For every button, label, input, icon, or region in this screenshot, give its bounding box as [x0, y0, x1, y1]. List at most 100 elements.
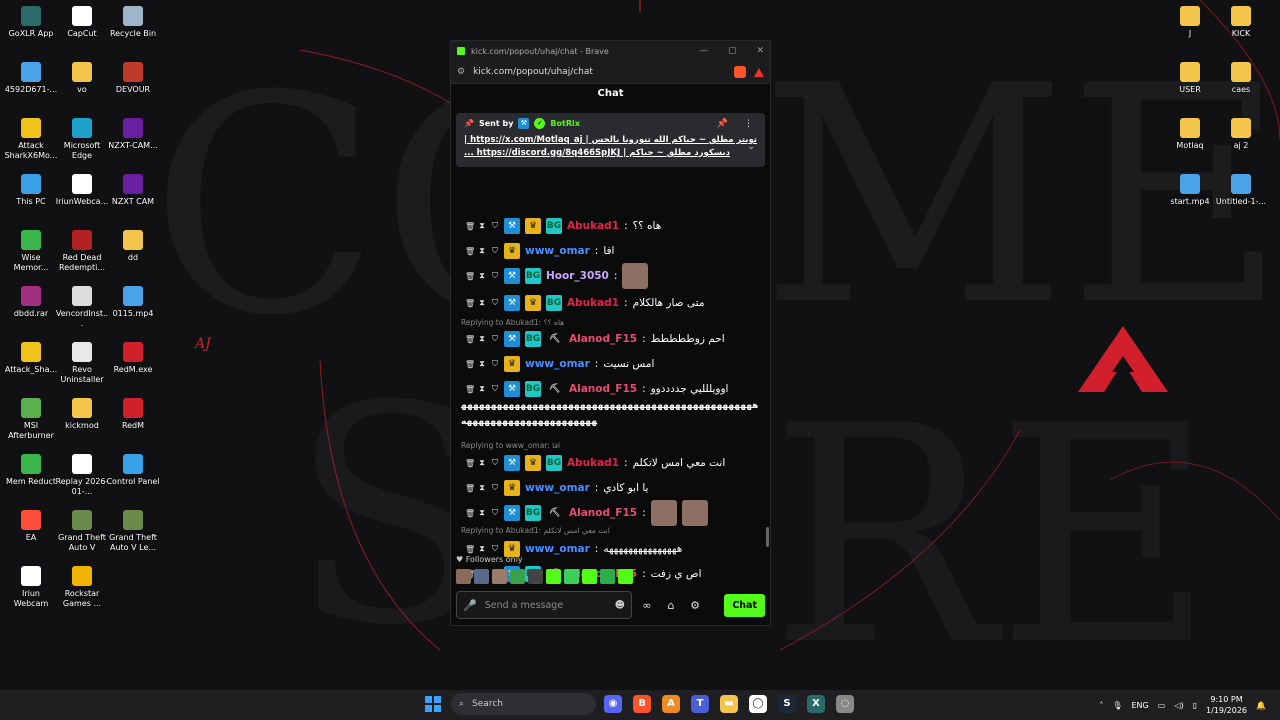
maximize-icon[interactable]: ▢	[728, 46, 737, 56]
chat-username[interactable]: Abukad1	[567, 297, 619, 309]
more-options-icon[interactable]: ⋮	[744, 119, 753, 129]
desktop-icon[interactable]: dd	[106, 230, 160, 263]
delete-message-icon[interactable]: 🗑	[465, 247, 475, 256]
pinned-text[interactable]: تويتر مطلق ~ حياكم الله تنورونا بالحس | …	[464, 134, 757, 160]
microphone-tray-icon[interactable]: 🎙	[1112, 701, 1122, 710]
settings-gear-icon[interactable]: ⚙	[686, 599, 704, 612]
emote-1[interactable]	[456, 569, 471, 584]
desktop-icon[interactable]: vo	[55, 62, 109, 95]
emote-2[interactable]	[474, 569, 489, 584]
delete-message-icon[interactable]: 🗑	[465, 299, 475, 308]
chat-message[interactable]: 🗑 ⧗ ⛉ ⚒ ♛ BG Abukad1: انت معي امس لاتكلم	[465, 453, 725, 473]
teams-icon[interactable]: T	[691, 695, 709, 713]
desktop-icon[interactable]: VencordInst...	[55, 286, 109, 329]
desktop-icon[interactable]: Rockstar Games ...	[55, 566, 109, 609]
ban-icon[interactable]: ⛉	[491, 298, 499, 308]
loader-icon[interactable]: ◌	[836, 695, 854, 713]
desktop-icon[interactable]: MSI Afterburner	[4, 398, 58, 441]
emote-5[interactable]	[528, 569, 543, 584]
send-chat-button[interactable]: Chat	[724, 593, 765, 617]
pinned-line-1[interactable]: تويتر مطلق ~ حياكم الله تنورونا بالحس | …	[464, 134, 757, 147]
brave-rewards-icon[interactable]	[754, 67, 764, 77]
emote-8[interactable]	[582, 569, 597, 584]
chat-message[interactable]: 🗑 ⧗ ⛉ ♛ www_omar: افا	[465, 241, 614, 261]
start-button[interactable]	[425, 696, 441, 712]
chat-username[interactable]: Abukad1	[567, 457, 619, 469]
discord-icon[interactable]: ◉	[604, 695, 622, 713]
timeout-icon[interactable]: ⧗	[478, 298, 486, 308]
iriun-icon[interactable]: ◯	[749, 695, 767, 713]
timeout-icon[interactable]: ⧗	[478, 458, 486, 468]
pinned-message[interactable]: 📌 Sent by ⚒ ✓ BotRix 📌 ⋮ تويتر مطلق ~ حي…	[456, 113, 765, 167]
ban-icon[interactable]: ⛉	[491, 384, 499, 394]
emote-7[interactable]	[564, 569, 579, 584]
reply-context[interactable]: Replying to Abukad1: هاه ؟؟	[461, 318, 564, 327]
delete-message-icon[interactable]: 🗑	[465, 360, 475, 369]
timeout-icon[interactable]: ⧗	[478, 334, 486, 344]
desktop-icon[interactable]: Replay 2026-01-...	[55, 454, 109, 497]
desktop-icon[interactable]: 0115.mp4	[106, 286, 160, 319]
pinned-line-2[interactable]: ديسكورد مطلق ~ حياكم | https://discord.g…	[464, 147, 757, 160]
desktop-icon[interactable]: Microsoft Edge	[55, 118, 109, 161]
desktop-icon[interactable]: Grand Theft Auto V	[55, 510, 109, 553]
notification-bell-icon[interactable]: 🔔	[1256, 701, 1266, 710]
desktop-icon[interactable]: caes	[1214, 62, 1268, 95]
chat-username[interactable]: Alanod_F15	[569, 333, 637, 345]
timeout-icon[interactable]: ⧗	[478, 221, 486, 231]
ban-icon[interactable]: ⛉	[491, 508, 499, 518]
brave-shields-icon[interactable]	[734, 66, 746, 78]
desktop-icon[interactable]: aj 2	[1214, 118, 1268, 151]
timeout-icon[interactable]: ⧗	[478, 508, 486, 518]
reply-context[interactable]: Replying to Abukad1: انت معي امس لاتكلم	[461, 526, 610, 535]
desktop-icon[interactable]: Wise Memor...	[4, 230, 58, 273]
timeout-icon[interactable]: ⧗	[478, 246, 486, 256]
chat-message[interactable]: 🗑 ⧗ ⛉ ♛ www_omar: يا ابو كادي	[465, 478, 648, 498]
ban-icon[interactable]: ⛉	[491, 221, 499, 231]
window-titlebar[interactable]: kick.com/popout/uhaj/chat - Brave — ▢ ✕	[451, 41, 770, 61]
desktop-icon[interactable]: Control Panel	[106, 454, 160, 487]
desktop-icon[interactable]: dbdd.rar	[4, 286, 58, 319]
emoji-icon[interactable]: ☻	[615, 600, 625, 611]
chat-emote-image[interactable]	[650, 500, 677, 526]
desktop-icon[interactable]: EA	[4, 510, 58, 543]
timeout-icon[interactable]: ⧗	[478, 384, 486, 394]
store-icon[interactable]: ⌂	[662, 599, 680, 612]
desktop-icon[interactable]: Grand Theft Auto V Le...	[106, 510, 160, 553]
delete-message-icon[interactable]: 🗑	[465, 459, 475, 468]
unpin-icon[interactable]: 📌	[717, 119, 728, 129]
microphone-icon[interactable]: 🎤	[463, 599, 477, 612]
desktop-icon[interactable]: Red Dead Redempti...	[55, 230, 109, 273]
taskbar-search[interactable]: ⌕ Search	[451, 693, 596, 715]
delete-message-icon[interactable]: 🗑	[465, 484, 475, 493]
desktop-icon[interactable]: Recycle Bin	[106, 6, 160, 39]
chat-username[interactable]: www_omar	[525, 543, 590, 555]
chat-message[interactable]: 🗑 ⧗ ⛉ ⚒ BG ⛏ Alanod_F15:	[465, 500, 708, 526]
desktop-icon[interactable]: start.mp4	[1163, 174, 1217, 207]
emote-3[interactable]	[492, 569, 507, 584]
desktop-icon[interactable]: RedM	[106, 398, 160, 431]
chevron-down-icon[interactable]: ⌄	[747, 142, 755, 152]
ban-icon[interactable]: ⛉	[491, 544, 499, 554]
ban-icon[interactable]: ⛉	[491, 271, 499, 281]
delete-message-icon[interactable]: 🗑	[465, 545, 475, 554]
chat-username[interactable]: Alanod_F15	[569, 383, 637, 395]
emote-9[interactable]	[600, 569, 615, 584]
desktop-icon[interactable]: DEVOUR	[106, 62, 160, 95]
aj-app-icon[interactable]: A	[662, 695, 680, 713]
chat-emote-image[interactable]	[681, 500, 708, 526]
desktop-icon[interactable]: RedM.exe	[106, 342, 160, 375]
minimize-icon[interactable]: —	[699, 46, 708, 56]
chat-message[interactable]: 🗑 ⧗ ⛉ ♛ www_omar: امس نسيت	[465, 354, 654, 374]
desktop-icon[interactable]: KICK	[1214, 6, 1268, 39]
chevron-up-icon[interactable]: ˄	[1099, 701, 1103, 710]
desktop-icon[interactable]: Attack SharkX6Mo...	[4, 118, 58, 161]
chat-username[interactable]: Abukad1	[567, 220, 619, 232]
battery-icon[interactable]: ▯	[1193, 701, 1197, 710]
language-indicator[interactable]: ENG	[1132, 701, 1149, 710]
url-text[interactable]: kick.com/popout/uhaj/chat	[473, 67, 726, 77]
delete-message-icon[interactable]: 🗑	[465, 509, 475, 518]
desktop-icon[interactable]: J	[1163, 6, 1217, 39]
close-icon[interactable]: ✕	[756, 46, 764, 56]
bot-name[interactable]: BotRix	[550, 119, 579, 128]
desktop-icon[interactable]: NZXT CAM	[106, 174, 160, 207]
